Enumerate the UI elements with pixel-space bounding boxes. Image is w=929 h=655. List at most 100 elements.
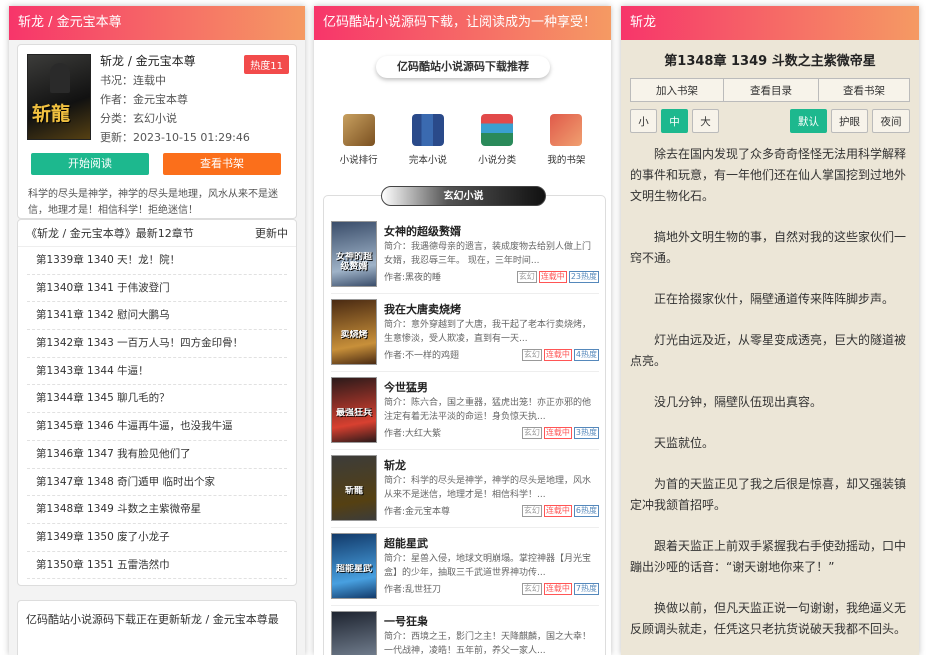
novel-cover[interactable]: 卖烧烤 (331, 299, 377, 365)
novel-desc: 简介：陈六合，国之重器，猛虎出笼！亦正亦邪的他注定有着无法平淡的命运！身负惊天执… (384, 398, 592, 422)
novel-tags: 玄幻 连载中 7热度 (520, 583, 599, 595)
novel-tags: 玄幻 连载中 6热度 (520, 505, 599, 517)
nav-bookmark-book[interactable]: 我的书架 (540, 114, 592, 166)
novel-name[interactable]: 超能星武 (384, 535, 428, 551)
latest-chapters-card: 《斩龙 / 金元宝本尊》最新12章节 更新中 第1339章 1340 天！龙！院！… (17, 219, 297, 586)
novel-author: 作者:乱世狂刀 (384, 585, 442, 595)
novel-name[interactable]: 我在大唐卖烧烤 (384, 301, 461, 317)
font-size-large[interactable]: 大 (692, 109, 719, 133)
tag: 连载中 (538, 271, 567, 283)
divider (331, 449, 599, 450)
view-catalog-button[interactable]: 查看目录 (723, 78, 819, 102)
novel-desc: 简介：西境之王，影门之主！天降麒麟，国之大幸！一代战神，凌皓！五年前，养父一家人… (384, 632, 592, 655)
cover-text: 卖烧烤 (340, 330, 368, 340)
nav-row: 小说排行 完本小说 小说分类 我的书架 (314, 114, 611, 166)
nav-scroll-quill[interactable]: 小说排行 (333, 114, 385, 166)
chapter-link[interactable]: 第1340章 1341 于伟波登门 (27, 275, 287, 303)
chapter-title: 第1348章 1349 斗数之主紫微帝星 (664, 54, 876, 69)
chapters-title: 《斩龙 / 金元宝本尊》最新12章节 (26, 227, 194, 240)
cover-text: 斩龍 (344, 486, 363, 496)
view-shelf-button[interactable]: 查看书架 (163, 153, 281, 175)
chapter-link[interactable]: 第1344章 1345 聊几毛的？ (27, 385, 287, 414)
hot-badge: 热度11 (244, 55, 289, 74)
chapter-link[interactable]: 第1348章 1349 斗数之主紫微帝星 (27, 496, 287, 524)
chapter-link[interactable]: 第1345章 1346 牛逼再牛逼，也没我牛逼 (27, 413, 287, 441)
novel-desc: 简介：我遇德母亲的遗言，装成废物去给别人做上门女婿，我忍辱三年。 现在，三年时间… (384, 242, 592, 266)
chapter-link[interactable]: 第1341章 1342 慰问大鹏乌 (27, 302, 287, 331)
tag: 玄幻 (521, 427, 542, 439)
font-size-medium[interactable]: 中 (661, 109, 688, 133)
novel-item[interactable]: 最强狂兵 今世猛男简介：陈六合，国之重器，猛虎出笼！亦正亦邪的他注定有着无法平淡的… (331, 377, 599, 451)
paragraph: 搞地外文明生物的事，自然对我的这些家伙们一窍不通。 (630, 230, 907, 265)
chapter-link[interactable]: 第1350章 1351 五雷浩然巾 (27, 552, 287, 580)
novel-desc: 简介：星兽入侵，地球文明崩塌。掌控神器【月光宝盒】的少年，抽取三千武道世界神功传… (384, 554, 592, 578)
novel-cover[interactable]: 女神的超级赘婿 (331, 221, 377, 287)
cover-text: 超能星武 (335, 564, 372, 574)
novel-item[interactable]: 女神的超级赘婿 女神的超级赘婿 简介：我遇德母亲的遗言，装成废物去给别人做上门女婿，… (331, 221, 599, 295)
genre-tab[interactable]: 玄幻小说 (381, 186, 546, 206)
cover-text (334, 642, 374, 655)
tag: 玄幻 (521, 349, 542, 361)
tag: 玄幻 (521, 583, 542, 595)
nav-stacked-books[interactable]: 小说分类 (471, 114, 523, 166)
tag: 玄幻 (516, 271, 537, 283)
paragraph: 天监就位。 (654, 436, 715, 450)
novel-author: 作者:不一样的鸡翅 (384, 351, 460, 361)
home-panel: 亿码酷站小说源码下载，让阅读成为一种享受！ 亿码酷站小说源码下载推荐 小说排行 完… (314, 6, 611, 655)
panel-header: 斩龙 (621, 6, 919, 40)
books-icon (411, 114, 444, 146)
book-title: 斩龙 / 金元宝本尊 (100, 54, 196, 68)
novel-tags: 玄幻 连载中 4热度 (520, 349, 599, 361)
chapter-link[interactable]: 第1346章 1347 我有脸见他们了 (27, 441, 287, 469)
paragraph: 除去在国内发现了众多奇奇怪怪无法用科学解释的事件和玩意，有一年他们还在仙人掌国挖… (630, 147, 907, 203)
novel-cover[interactable]: 最强狂兵 (331, 377, 377, 443)
book-cover[interactable]: 斩龍 (27, 54, 91, 140)
novel-name[interactable]: 一号狂枭 (384, 613, 428, 629)
chapter-link[interactable]: 第1349章 1350 废了小龙子 (27, 524, 287, 552)
nav-label: 小说排行 (339, 155, 378, 166)
novel-cover[interactable] (331, 611, 377, 655)
chapter-link[interactable]: 第1339章 1340 天！龙！院！ (27, 247, 287, 275)
view-shelf-button[interactable]: 查看书架 (818, 78, 910, 102)
theme-night[interactable]: 夜间 (872, 109, 910, 133)
paragraph: 灯光由远及近，从零星变成透亮，巨大的隧道被点亮。 (630, 333, 907, 368)
novel-cover[interactable]: 斩龍 (331, 455, 377, 521)
book-info-card: 斩龍 斩龙 / 金元宝本尊 书况：连载中 作者：金元宝本尊 分类：玄幻小说 更新… (17, 44, 297, 219)
chapter-link[interactable]: 第1347章 1348 奇门遁甲 临时出个家 (27, 469, 287, 497)
cover-title: 斩龍 (32, 103, 71, 125)
novel-item[interactable]: 卖烧烤 我在大唐卖烧烤简介：意外穿越到了大唐，我干起了老本行卖烧烤，生意惨淡，受人… (331, 299, 599, 373)
tag: 连载中 (543, 583, 572, 595)
stacked-books-icon (481, 114, 514, 146)
chapters-more-link[interactable]: 更新中 (255, 220, 288, 247)
theme-default[interactable]: 默认 (790, 109, 827, 133)
add-to-shelf-button[interactable]: 加入书架 (630, 78, 724, 102)
novel-item[interactable]: 斩龍 斩龙简介：科学的尽头是神学，神学的尽头是地理，风水从来不是迷信，地理才是！相… (331, 455, 599, 529)
novel-item[interactable]: 超能星武 超能星武 简介：星兽入侵，地球文明崩塌。掌控神器【月光宝盒】的少年，抽取三… (331, 533, 599, 607)
nav-books[interactable]: 完本小说 (402, 114, 454, 166)
novel-cover[interactable]: 超能星武 (331, 533, 377, 599)
book-updated: 更新：2023-10-15 01:29:46 (100, 131, 250, 144)
chapter-link[interactable]: 第1342章 1343 一百万人马！四方金印骨！ (27, 330, 287, 358)
novel-name[interactable]: 斩龙 (384, 457, 406, 473)
update-notice: 亿码酷站小说源码下载正在更新斩龙 / 金元宝本尊最 (17, 600, 297, 655)
novel-author: 作者:金元宝本尊 (384, 507, 451, 517)
novel-name[interactable]: 女神的超级赘婿 (384, 223, 461, 239)
paragraph: 为首的天监正见了我之后很是惊喜，却又强装镇定冲我颔首招呼。 (630, 477, 907, 512)
theme-eye-care[interactable]: 护眼 (831, 109, 868, 133)
font-size-small[interactable]: 小 (630, 109, 657, 133)
tag: 7热度 (573, 583, 599, 595)
novel-desc: 简介：意外穿越到了大唐，我干起了老本行卖烧烤，生意惨淡，受人欺凌，直到有一天..… (384, 320, 592, 344)
start-reading-button[interactable]: 开始阅读 (31, 153, 149, 175)
chapter-link[interactable]: 第1343章 1344 牛逼！ (27, 358, 287, 386)
novel-name[interactable]: 今世猛男 (384, 379, 428, 395)
nav-label: 小说分类 (478, 155, 517, 166)
bookmark-book-icon (550, 114, 583, 146)
chapter-content: 除去在国内发现了众多奇奇怪怪无法用科学解释的事件和玩意，有一年他们还在仙人掌国挖… (630, 144, 913, 655)
divider (331, 293, 599, 294)
panel-header: 斩龙 / 金元宝本尊 (9, 6, 305, 40)
paragraph: 跟着天监正上前双手紧握我右手使劲摇动，口中蹦出沙哑的话音：“谢天谢地你来了！” (630, 539, 907, 574)
tag: 连载中 (543, 427, 572, 439)
novel-item[interactable]: 一号狂枭简介：西境之王，影门之主！天降麒麟，国之大幸！一代战神，凌皓！五年前，养… (331, 611, 599, 655)
novel-desc: 简介：科学的尽头是神学，神学的尽头是地理，风水从来不是迷信，地理才是！相信科学！… (384, 476, 592, 500)
tag: 23热度 (568, 271, 599, 283)
